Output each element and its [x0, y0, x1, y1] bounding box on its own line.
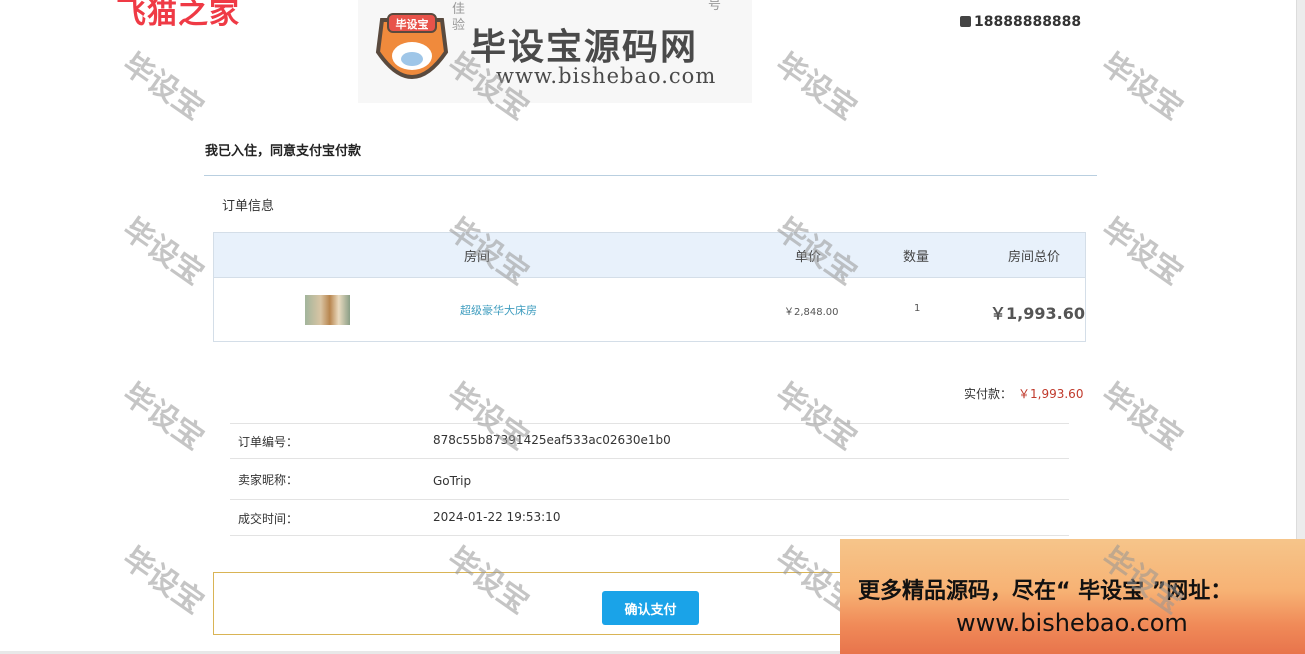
- detail-row-order-no: 订单编号： 878c55b87391425eaf533ac02630e1b0: [230, 424, 1069, 459]
- phone-number: 18888888888: [974, 14, 1082, 30]
- promo-text: 更多精品源码，尽在“ 毕设宝 ”网址：: [858, 579, 1233, 604]
- column-header-total: 房间总价: [1008, 250, 1061, 265]
- detail-label: 卖家昵称：: [238, 473, 299, 487]
- mascot-badge-text: 毕设宝: [396, 17, 429, 31]
- detail-row-deal-time: 成交时间： 2024-01-22 19:53:10: [230, 500, 1069, 536]
- logo-title: 毕设宝源码网: [470, 27, 699, 68]
- promo-url: www.bishebao.com: [956, 609, 1188, 637]
- mascot-icon: 毕设宝: [375, 13, 449, 79]
- table-header: 房间 单价 数量 房间总价: [214, 233, 1085, 278]
- section-title: 订单信息: [222, 199, 275, 214]
- column-header-quantity: 数量: [903, 250, 930, 265]
- order-number: 878c55b87391425eaf533ac02630e1b0: [433, 433, 671, 447]
- phone-icon: [960, 16, 971, 27]
- paid-amount: ￥1,993.60: [1018, 387, 1084, 401]
- unit-price: ￥2,848.00: [784, 307, 839, 318]
- paid-amount-line: 实付款： ￥1,993.60: [964, 385, 1083, 402]
- order-table: 房间 单价 数量 房间总价 超级豪华大床房 ￥2,848.00 1 ￥1,993…: [213, 232, 1086, 342]
- watermark-text: 毕设宝: [116, 46, 210, 128]
- watermark-logo: 毕设宝 毕设宝源码网 www.bishebao.com: [358, 0, 752, 103]
- watermark-text: 毕设宝: [116, 540, 210, 622]
- confirm-pay-button[interactable]: 确认支付: [602, 591, 699, 625]
- quantity: 1: [914, 303, 921, 314]
- cutoff-text: 验: [452, 18, 466, 33]
- confirm-heading: 我已入住，同意支付宝付款: [205, 144, 362, 159]
- deal-time: 2024-01-22 19:53:10: [433, 510, 561, 524]
- column-header-unit-price: 单价: [795, 250, 822, 265]
- watermark-text: 毕设宝: [1095, 46, 1189, 128]
- room-thumbnail[interactable]: [305, 295, 350, 325]
- detail-label: 成交时间：: [238, 512, 299, 526]
- watermark-text: 毕设宝: [1095, 211, 1189, 293]
- pay-area: [213, 572, 873, 635]
- brand-logo-text[interactable]: 飞猫之家: [116, 0, 240, 32]
- detail-label: 订单编号：: [238, 435, 299, 449]
- seller-name: GoTrip: [433, 474, 472, 488]
- paid-label: 实付款：: [964, 387, 1013, 401]
- watermark-text: 毕设宝: [1095, 376, 1189, 458]
- watermark-text: 毕设宝: [769, 46, 863, 128]
- room-name-link[interactable]: 超级豪华大床房: [460, 302, 537, 318]
- watermark-text: 毕设宝: [116, 376, 210, 458]
- cutoff-text: 号: [708, 0, 722, 13]
- divider: [204, 175, 1097, 176]
- column-header-room: 房间: [464, 250, 491, 265]
- logo-url: www.bishebao.com: [496, 64, 717, 88]
- detail-row-seller: 卖家昵称： GoTrip: [230, 459, 1069, 500]
- watermark-text: 毕设宝: [116, 211, 210, 293]
- promo-banner: 更多精品源码，尽在“ 毕设宝 ”网址： www.bishebao.com 毕设宝: [840, 539, 1305, 654]
- contact-phone: 18888888888: [960, 14, 1081, 30]
- room-total: ￥1,993.60: [990, 304, 1085, 323]
